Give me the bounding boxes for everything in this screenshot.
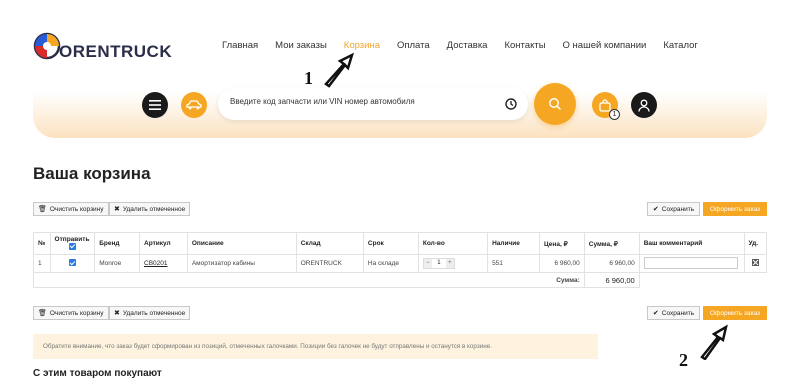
save-label: Сохранить [661, 205, 695, 213]
comment-input[interactable] [643, 257, 738, 270]
search-button[interactable] [534, 83, 576, 125]
row-warehouse: ORENTRUCK [295, 254, 364, 273]
row-article-link[interactable]: CB0201 [144, 260, 168, 267]
logo[interactable]: ORENTRUCK [33, 32, 172, 60]
nav-cart[interactable]: Корзина [344, 40, 380, 51]
logo-icon [33, 32, 61, 60]
annotation-number-2: 2 [679, 350, 688, 370]
cart-table: № Отправить Бренд Артикул Описание Склад… [33, 232, 768, 288]
col-price: Цена, ₽ [538, 232, 585, 255]
close-icon: ✖ [114, 310, 120, 317]
user-icon [638, 99, 650, 112]
delete-selected-button-bottom[interactable]: ✖ Удалить отмеченное [109, 306, 191, 320]
delete-selected-label: Удалить отмеченное [122, 205, 186, 213]
select-all-checkbox[interactable] [68, 242, 76, 250]
qty-decrement-button[interactable]: − [423, 259, 432, 268]
col-warehouse: Склад [295, 232, 364, 255]
clear-cart-button-bottom[interactable]: 🗑 Очистить корзину [33, 306, 109, 320]
table-header-row: № Отправить Бренд Артикул Описание Склад… [33, 232, 768, 255]
row-stock: 551 [487, 254, 540, 273]
checkout-button-bottom[interactable]: Оформить заказ [703, 306, 767, 320]
col-term: Срок [362, 232, 419, 255]
col-qty: Кол-во [417, 232, 489, 255]
search-box [218, 88, 528, 120]
trash-icon: 🗑 [38, 310, 47, 317]
row-brand: Monroe [94, 254, 141, 273]
checkout-label: Оформить заказ [709, 309, 760, 317]
col-num: № [33, 232, 51, 255]
col-send-label: Отправить [54, 235, 90, 243]
user-button[interactable] [631, 92, 657, 118]
col-stock: Наличие [487, 232, 540, 255]
search-input[interactable] [230, 97, 490, 106]
total-value: 6 960,00 [583, 272, 640, 288]
cart-count-badge: 1 [609, 109, 620, 120]
history-icon[interactable] [504, 97, 518, 111]
clear-cart-label: Очистить корзину [49, 205, 104, 213]
nav-contacts[interactable]: Контакты [504, 40, 545, 51]
save-label: Сохранить [661, 309, 695, 317]
checkout-label: Оформить заказ [709, 205, 760, 213]
checkout-button[interactable]: Оформить заказ [703, 202, 767, 216]
trash-icon: 🗑 [38, 206, 47, 213]
col-comment: Ваш комментарий [638, 232, 745, 255]
annotation-arrow-1-icon [324, 52, 355, 88]
send-checkbox[interactable] [68, 259, 76, 266]
row-price: 6 960,00 [538, 254, 585, 273]
save-button-bottom[interactable]: ✔ Сохранить [647, 306, 700, 320]
total-label: Сумма: [33, 272, 585, 288]
delete-selected-label: Удалить отмеченное [122, 309, 186, 317]
nav-payment[interactable]: Оплата [397, 40, 430, 51]
search-icon [549, 98, 562, 111]
total-row: Сумма: 6 960,00 [33, 272, 767, 288]
delete-row-icon[interactable] [751, 259, 759, 266]
garage-button[interactable] [181, 92, 207, 118]
nav-my-orders[interactable]: Мои заказы [275, 40, 327, 51]
menu-button[interactable] [142, 92, 168, 118]
col-description: Описание [186, 232, 297, 255]
qty-value[interactable]: 1 [431, 259, 446, 268]
logo-text: ORENTRUCK [59, 42, 173, 61]
car-icon [186, 100, 202, 110]
page-title: Ваша корзина [33, 164, 151, 183]
nav-catalog[interactable]: Каталог [663, 40, 698, 51]
col-send: Отправить [49, 232, 96, 255]
check-icon: ✔ [652, 310, 659, 317]
hamburger-icon [149, 100, 161, 110]
qty-increment-button[interactable]: + [445, 259, 454, 268]
main-nav: Главная Мои заказы Корзина Оплата Достав… [222, 40, 715, 51]
clear-cart-button[interactable]: 🗑 Очистить корзину [33, 202, 109, 216]
row-description: Амортизатор кабины [186, 254, 297, 273]
shopping-bag-icon [599, 98, 611, 112]
row-sum: 6 960,00 [583, 254, 640, 273]
annotation-number-1: 1 [304, 68, 313, 88]
save-button[interactable]: ✔ Сохранить [647, 202, 700, 216]
col-article: Артикул [139, 232, 188, 255]
order-notice: Обратите внимание, что заказ будет сформ… [33, 334, 598, 359]
nav-delivery[interactable]: Доставка [447, 40, 488, 51]
nav-about[interactable]: О нашей компании [563, 40, 647, 51]
table-row: 1 Monroe CB0201 Амортизатор кабины ORENT… [33, 254, 768, 273]
quantity-stepper: − 1 + [422, 258, 455, 269]
also-buy-title: С этим товаром покупают [33, 368, 162, 379]
col-sum: Сумма, ₽ [583, 232, 640, 255]
row-num: 1 [33, 254, 51, 273]
nav-home[interactable]: Главная [222, 40, 258, 51]
check-icon: ✔ [652, 206, 659, 213]
delete-selected-button[interactable]: ✖ Удалить отмеченное [109, 202, 191, 216]
clear-cart-label: Очистить корзину [49, 309, 104, 317]
annotation-arrow-2-icon [700, 324, 728, 360]
close-icon: ✖ [114, 206, 120, 213]
col-brand: Бренд [94, 232, 141, 255]
row-term: На складе [362, 254, 419, 273]
col-delete: Уд. [743, 232, 768, 255]
